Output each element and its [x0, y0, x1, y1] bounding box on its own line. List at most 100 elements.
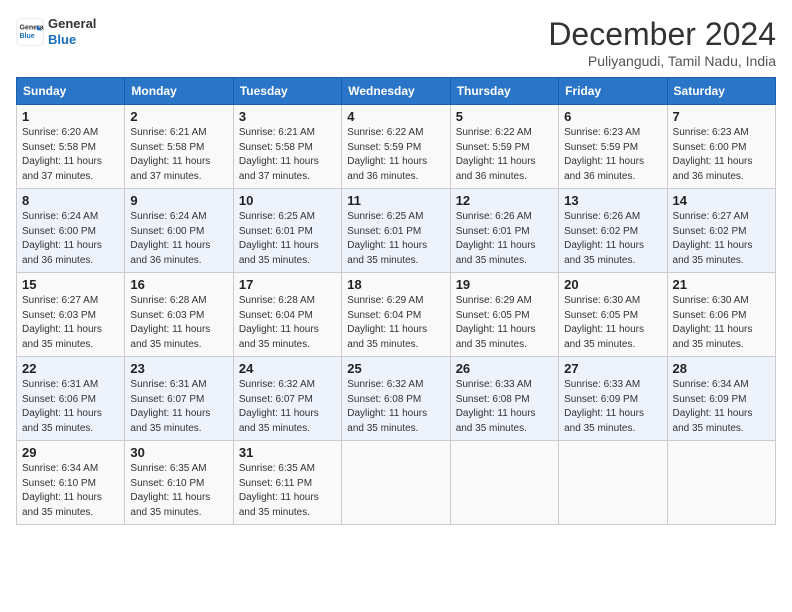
day-info: Sunrise: 6:29 AMSunset: 6:05 PMDaylight:… — [456, 294, 553, 352]
calendar-cell — [450, 441, 558, 525]
day-info: Sunrise: 6:32 AMSunset: 6:07 PMDaylight:… — [239, 378, 336, 436]
calendar-cell: 3 Sunrise: 6:21 AMSunset: 5:58 PMDaylight… — [233, 105, 341, 189]
calendar-body: 1 Sunrise: 6:20 AMSunset: 5:58 PMDaylight… — [17, 105, 776, 525]
day-number: 12 — [456, 193, 553, 208]
day-number: 3 — [239, 109, 336, 124]
calendar-cell: 21 Sunrise: 6:30 AMSunset: 6:06 PMDayligh… — [667, 273, 775, 357]
calendar-cell — [667, 441, 775, 525]
calendar-week-row: 15 Sunrise: 6:27 AMSunset: 6:03 PMDayligh… — [17, 273, 776, 357]
calendar-cell: 1 Sunrise: 6:20 AMSunset: 5:58 PMDaylight… — [17, 105, 125, 189]
day-info: Sunrise: 6:25 AMSunset: 6:01 PMDaylight:… — [347, 210, 444, 268]
calendar-cell: 24 Sunrise: 6:32 AMSunset: 6:07 PMDayligh… — [233, 357, 341, 441]
calendar-cell: 25 Sunrise: 6:32 AMSunset: 6:08 PMDayligh… — [342, 357, 450, 441]
logo-text: General Blue — [48, 16, 96, 47]
weekday-row: SundayMondayTuesdayWednesdayThursdayFrid… — [17, 78, 776, 105]
day-number: 18 — [347, 277, 444, 292]
day-number: 26 — [456, 361, 553, 376]
calendar-cell: 28Sunrise: 6:34 AMSunset: 6:09 PMDayligh… — [667, 357, 775, 441]
calendar-cell: 16Sunrise: 6:28 AMSunset: 6:03 PMDayligh… — [125, 273, 233, 357]
month-title: December 2024 — [548, 16, 776, 53]
calendar-cell: 2Sunrise: 6:21 AMSunset: 5:58 PMDaylight… — [125, 105, 233, 189]
page-header: General Blue General Blue December 2024 … — [16, 16, 776, 69]
day-info: Sunrise: 6:26 AMSunset: 6:01 PMDaylight:… — [456, 210, 553, 268]
day-number: 17 — [239, 277, 336, 292]
day-info: Sunrise: 6:26 AMSunset: 6:02 PMDaylight:… — [564, 210, 661, 268]
day-number: 11 — [347, 193, 444, 208]
calendar-cell: 27 Sunrise: 6:33 AMSunset: 6:09 PMDayligh… — [559, 357, 667, 441]
title-block: December 2024 Puliyangudi, Tamil Nadu, I… — [548, 16, 776, 69]
day-number: 8 — [22, 193, 119, 208]
calendar-cell: 10 Sunrise: 6:25 AMSunset: 6:01 PMDayligh… — [233, 189, 341, 273]
day-info: Sunrise: 6:29 AMSunset: 6:04 PMDaylight:… — [347, 294, 444, 352]
day-info: Sunrise: 6:24 AMSunset: 6:00 PMDaylight:… — [130, 210, 227, 268]
weekday-header: Wednesday — [342, 78, 450, 105]
calendar-cell — [342, 441, 450, 525]
day-info: Sunrise: 6:33 AMSunset: 6:08 PMDaylight:… — [456, 378, 553, 436]
day-number: 23 — [130, 361, 227, 376]
day-info: Sunrise: 6:33 AMSunset: 6:09 PMDaylight:… — [564, 378, 661, 436]
calendar-cell: 4Sunrise: 6:22 AMSunset: 5:59 PMDaylight… — [342, 105, 450, 189]
day-number: 10 — [239, 193, 336, 208]
day-info: Sunrise: 6:24 AMSunset: 6:00 PMDaylight:… — [22, 210, 119, 268]
calendar-cell: 23 Sunrise: 6:31 AMSunset: 6:07 PMDayligh… — [125, 357, 233, 441]
day-info: Sunrise: 6:32 AMSunset: 6:08 PMDaylight:… — [347, 378, 444, 436]
calendar-week-row: 22Sunrise: 6:31 AMSunset: 6:06 PMDayligh… — [17, 357, 776, 441]
calendar-cell: 5 Sunrise: 6:22 AMSunset: 5:59 PMDaylight… — [450, 105, 558, 189]
weekday-header: Thursday — [450, 78, 558, 105]
calendar-cell: 12 Sunrise: 6:26 AMSunset: 6:01 PMDayligh… — [450, 189, 558, 273]
day-info: Sunrise: 6:30 AMSunset: 6:06 PMDaylight:… — [673, 294, 770, 352]
day-number: 5 — [456, 109, 553, 124]
day-info: Sunrise: 6:27 AMSunset: 6:03 PMDaylight:… — [22, 294, 119, 352]
day-number: 14 — [673, 193, 770, 208]
day-number: 27 — [564, 361, 661, 376]
day-number: 24 — [239, 361, 336, 376]
weekday-header: Monday — [125, 78, 233, 105]
day-number: 1 — [22, 109, 119, 124]
day-info: Sunrise: 6:20 AMSunset: 5:58 PMDaylight:… — [22, 126, 119, 184]
day-info: Sunrise: 6:31 AMSunset: 6:07 PMDaylight:… — [130, 378, 227, 436]
calendar-cell: 29 Sunrise: 6:34 AMSunset: 6:10 PMDayligh… — [17, 441, 125, 525]
day-info: Sunrise: 6:34 AMSunset: 6:10 PMDaylight:… — [22, 462, 119, 520]
calendar-header: SundayMondayTuesdayWednesdayThursdayFrid… — [17, 78, 776, 105]
logo-icon: General Blue — [16, 18, 44, 46]
calendar-week-row: 1 Sunrise: 6:20 AMSunset: 5:58 PMDaylight… — [17, 105, 776, 189]
calendar-cell: 18 Sunrise: 6:29 AMSunset: 6:04 PMDayligh… — [342, 273, 450, 357]
calendar-week-row: 29 Sunrise: 6:34 AMSunset: 6:10 PMDayligh… — [17, 441, 776, 525]
day-number: 30 — [130, 445, 227, 460]
day-number: 25 — [347, 361, 444, 376]
calendar-cell: 19Sunrise: 6:29 AMSunset: 6:05 PMDayligh… — [450, 273, 558, 357]
day-info: Sunrise: 6:30 AMSunset: 6:05 PMDaylight:… — [564, 294, 661, 352]
day-info: Sunrise: 6:25 AMSunset: 6:01 PMDaylight:… — [239, 210, 336, 268]
calendar-cell: 20 Sunrise: 6:30 AMSunset: 6:05 PMDayligh… — [559, 273, 667, 357]
day-number: 2 — [130, 109, 227, 124]
day-number: 29 — [22, 445, 119, 460]
calendar-cell: 8 Sunrise: 6:24 AMSunset: 6:00 PMDaylight… — [17, 189, 125, 273]
calendar-cell: 15 Sunrise: 6:27 AMSunset: 6:03 PMDayligh… — [17, 273, 125, 357]
day-number: 13 — [564, 193, 661, 208]
day-info: Sunrise: 6:21 AMSunset: 5:58 PMDaylight:… — [239, 126, 336, 184]
day-info: Sunrise: 6:35 AMSunset: 6:11 PMDaylight:… — [239, 462, 336, 520]
day-info: Sunrise: 6:23 AMSunset: 5:59 PMDaylight:… — [564, 126, 661, 184]
day-number: 6 — [564, 109, 661, 124]
day-info: Sunrise: 6:31 AMSunset: 6:06 PMDaylight:… — [22, 378, 119, 436]
weekday-header: Sunday — [17, 78, 125, 105]
day-number: 15 — [22, 277, 119, 292]
logo: General Blue General Blue — [16, 16, 96, 47]
day-info: Sunrise: 6:22 AMSunset: 5:59 PMDaylight:… — [456, 126, 553, 184]
calendar-cell: 7Sunrise: 6:23 AMSunset: 6:00 PMDaylight… — [667, 105, 775, 189]
day-info: Sunrise: 6:23 AMSunset: 6:00 PMDaylight:… — [673, 126, 770, 184]
weekday-header: Tuesday — [233, 78, 341, 105]
day-number: 16 — [130, 277, 227, 292]
calendar-cell: 30Sunrise: 6:35 AMSunset: 6:10 PMDayligh… — [125, 441, 233, 525]
day-info: Sunrise: 6:27 AMSunset: 6:02 PMDaylight:… — [673, 210, 770, 268]
day-number: 21 — [673, 277, 770, 292]
weekday-header: Saturday — [667, 78, 775, 105]
calendar-cell: 9 Sunrise: 6:24 AMSunset: 6:00 PMDaylight… — [125, 189, 233, 273]
day-number: 9 — [130, 193, 227, 208]
calendar-cell: 6 Sunrise: 6:23 AMSunset: 5:59 PMDaylight… — [559, 105, 667, 189]
calendar-cell: 22Sunrise: 6:31 AMSunset: 6:06 PMDayligh… — [17, 357, 125, 441]
day-info: Sunrise: 6:22 AMSunset: 5:59 PMDaylight:… — [347, 126, 444, 184]
day-number: 20 — [564, 277, 661, 292]
weekday-header: Friday — [559, 78, 667, 105]
calendar-cell: 26 Sunrise: 6:33 AMSunset: 6:08 PMDayligh… — [450, 357, 558, 441]
